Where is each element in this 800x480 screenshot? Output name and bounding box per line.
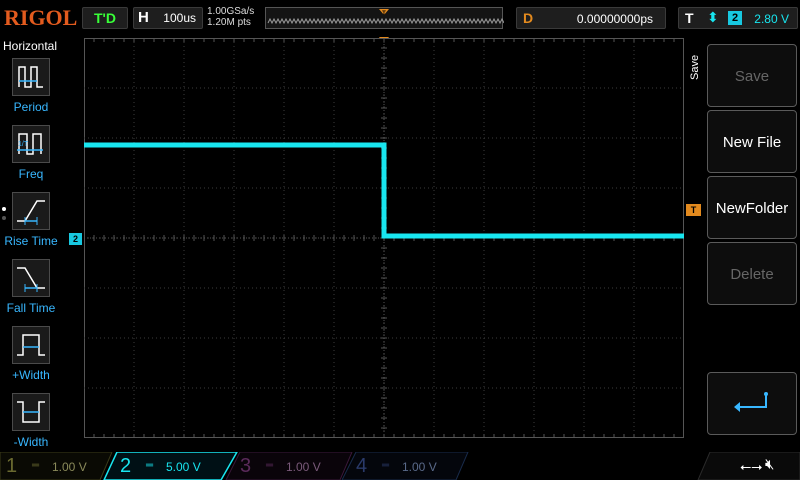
measure-negative-width[interactable]: -Width xyxy=(0,391,60,457)
usb-icon: ⭠⭢ xyxy=(740,458,763,474)
dc-coupling-icon: ═ xyxy=(32,460,40,471)
measure-fall-time[interactable]: Fall Time xyxy=(0,257,60,323)
delay-box[interactable]: D 0.00000000ps xyxy=(516,7,666,29)
new-file-button[interactable]: New File xyxy=(707,110,797,173)
memory-depth: 1.20M pts xyxy=(207,17,251,28)
frequency-icon: 1/T xyxy=(12,125,50,163)
delete-button[interactable]: Delete xyxy=(707,242,797,305)
channel-number: 1 xyxy=(6,455,18,477)
measure-label: -Width xyxy=(13,435,49,449)
channel-number: 4 xyxy=(356,455,368,477)
measure-label: Period xyxy=(13,100,49,114)
channel-scale: 1.00 V xyxy=(402,460,437,474)
return-icon xyxy=(734,392,768,412)
panel-title: Horizontal xyxy=(3,39,58,53)
speaker-muted-icon[interactable]: 🔇︎ xyxy=(765,456,774,473)
delay-value: 0.00000000ps xyxy=(576,12,653,26)
measure-frequency[interactable]: 1/T Freq xyxy=(0,123,60,189)
measure-period[interactable]: Period xyxy=(0,56,60,122)
channel-3-indicator[interactable]: 3 ═ 1.00 V xyxy=(234,452,344,480)
trigger-label: T xyxy=(685,10,694,26)
return-button[interactable] xyxy=(707,372,797,435)
rising-edge-icon: ⬍ xyxy=(707,9,719,25)
top-status-bar: RIGOL T'D H 100us 1.00GSa/s 1.20M pts T … xyxy=(0,0,800,36)
measure-positive-width[interactable]: +Width xyxy=(0,324,60,390)
delay-label: D xyxy=(523,10,534,26)
positive-width-icon xyxy=(12,326,50,364)
trigger-status-badge: T'D xyxy=(82,7,128,29)
measure-label: Rise Time xyxy=(4,234,58,248)
channel-2-waveform xyxy=(84,142,684,239)
channel-scale: 5.00 V xyxy=(166,460,201,474)
sample-rate: 1.00GSa/s xyxy=(207,6,255,17)
channel-number: 3 xyxy=(240,455,252,477)
negative-width-icon xyxy=(12,393,50,431)
menu-title: Save xyxy=(689,54,701,80)
memory-position-bar[interactable]: T xyxy=(265,7,505,29)
svg-text:T: T xyxy=(382,11,386,17)
trigger-source-badge: 2 xyxy=(728,11,742,25)
period-icon xyxy=(12,58,50,96)
trigger-level-value: 2.80 V xyxy=(754,12,789,26)
channel-2-indicator[interactable]: 2 ═ 5.00 V xyxy=(114,452,224,480)
channel-2-offset-marker[interactable]: 2 xyxy=(69,233,82,245)
trigger-box[interactable]: T ⬍ 2 2.80 V xyxy=(678,7,798,29)
channel-number: 2 xyxy=(120,455,132,477)
new-folder-button[interactable]: NewFolder xyxy=(707,176,797,239)
rise-time-icon xyxy=(12,192,50,230)
memory-waveform-overview: T xyxy=(267,9,505,25)
dc-coupling-icon: ═ xyxy=(266,460,274,471)
timebase-box[interactable]: H 100us xyxy=(133,7,203,29)
measure-rise-time[interactable]: Rise Time xyxy=(0,190,60,256)
fall-time-icon xyxy=(12,259,50,297)
horizontal-measure-panel: Horizontal Period 1/T Freq Rise Time Fal… xyxy=(0,36,60,452)
acquisition-info: 1.00GSa/s 1.20M pts xyxy=(207,6,254,28)
waveform-display[interactable] xyxy=(84,38,684,438)
timebase-label: H xyxy=(138,9,149,26)
dc-coupling-icon: ═ xyxy=(382,460,390,471)
channel-bar: 1 ═ 1.00 V 2 ═ 5.00 V 3 ═ 1.00 V 4 ═ 1.0… xyxy=(0,452,800,480)
channel-scale: 1.00 V xyxy=(286,460,321,474)
waveform-trace xyxy=(84,142,684,239)
measure-label: Freq xyxy=(18,167,44,181)
measure-label: Fall Time xyxy=(6,301,56,315)
channel-scale: 1.00 V xyxy=(52,460,87,474)
save-button[interactable]: Save xyxy=(707,44,797,107)
save-menu: Save Save New File NewFolder Delete xyxy=(686,36,800,436)
channel-4-indicator[interactable]: 4 ═ 1.00 V xyxy=(350,452,460,480)
svg-text:1/T: 1/T xyxy=(18,141,29,148)
channel-1-indicator[interactable]: 1 ═ 1.00 V xyxy=(0,452,100,480)
dc-coupling-icon: ═ xyxy=(146,460,154,471)
measure-label: +Width xyxy=(12,368,50,382)
timebase-value: 100us xyxy=(163,11,196,25)
brand-logo: RIGOL xyxy=(4,5,78,30)
